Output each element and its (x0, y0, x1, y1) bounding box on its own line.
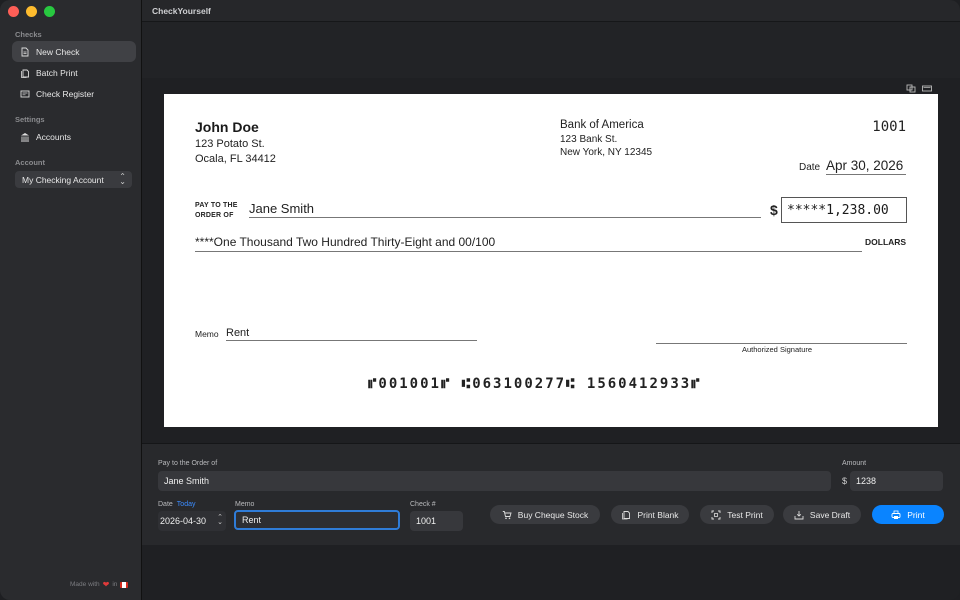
sidebar-item-batch-print[interactable]: Batch Print (12, 62, 136, 83)
amount-prefix: $ (842, 476, 848, 486)
building-columns-icon (20, 132, 30, 142)
sidebar-item-accounts[interactable]: Accounts (12, 126, 136, 147)
date-label-text: Date (158, 501, 173, 508)
check-payee: Jane Smith (249, 201, 761, 218)
print-blank-button[interactable]: Print Blank (611, 505, 689, 524)
sidebar-item-label: Batch Print (36, 67, 78, 78)
sidebar-item-label: New Check (36, 46, 80, 57)
check-amount-box: *****1,238.00 (781, 197, 907, 223)
register-icon (20, 89, 30, 99)
today-link[interactable]: Today (177, 501, 196, 508)
payer-name: John Doe (195, 119, 259, 135)
made-with-footer: Made with ❤ in (70, 580, 129, 589)
minimize-window-button[interactable] (26, 6, 37, 17)
blank-page-icon (622, 510, 631, 519)
print-blank-label: Print Blank (637, 509, 679, 520)
cart-icon (502, 510, 512, 519)
test-print-label: Test Print (727, 509, 763, 520)
section-settings: Settings (15, 115, 45, 124)
micr-line: ⑈001001⑈ ⑆063100277⑆ 1560412933⑈ (368, 376, 702, 392)
check-preview: John Doe 123 Potato St. Ocala, FL 34412 … (164, 94, 938, 427)
date-input-value: 2026-04-30 (160, 516, 207, 526)
in-text: in (112, 581, 118, 588)
documents-stack-icon (20, 68, 30, 78)
bank-address-line1: 123 Bank St. (560, 134, 618, 145)
amount-field-label: Amount (842, 460, 867, 467)
date-input[interactable]: 2026-04-30 ⌃ ⌄ (158, 511, 226, 531)
chevron-up-down-icon: ⌃ ⌄ (119, 172, 126, 186)
made-with-text: Made with (70, 581, 100, 588)
pay-to-label: PAY TO THE ORDER OF (195, 201, 238, 221)
payto-input[interactable]: Jane Smith (158, 471, 831, 491)
section-account: Account (15, 158, 45, 167)
heart-icon: ❤ (102, 580, 110, 589)
account-select-value: My Checking Account (22, 174, 104, 185)
date-stepper-icon[interactable]: ⌃ ⌄ (217, 514, 223, 526)
dollars-label: DOLLARS (865, 237, 907, 247)
buy-cheque-stock-button[interactable]: Buy Cheque Stock (490, 505, 600, 524)
window-controls (8, 6, 55, 17)
dollar-sign: $ (770, 202, 778, 218)
payer-address-line1: 123 Potato St. (195, 138, 265, 150)
date-field-label: Date Today (158, 501, 195, 508)
preview-tools (906, 84, 932, 93)
pay-to-label-line1: PAY TO THE (195, 202, 238, 209)
title-bar (142, 0, 960, 22)
print-button[interactable]: Print (872, 505, 944, 524)
bank-name: Bank of America (560, 119, 644, 131)
check-date-label: Date (799, 162, 821, 173)
signature-line (656, 343, 907, 344)
signature-label: Authorized Signature (742, 345, 813, 354)
check-number-field-label: Check # (410, 501, 436, 508)
check-number-input[interactable]: 1001 (410, 511, 463, 531)
copy-icon[interactable] (906, 84, 916, 93)
amount-input-value: 1238 (856, 476, 877, 486)
check-memo-label: Memo (195, 329, 219, 339)
toolbar-area (142, 22, 960, 78)
zoom-window-button[interactable] (44, 6, 55, 17)
app-title: CheckYourself (152, 6, 211, 16)
printer-icon (891, 510, 901, 519)
check-number: 1001 (872, 119, 906, 135)
sidebar-item-label: Accounts (36, 131, 71, 142)
print-label: Print (907, 509, 925, 520)
section-checks: Checks (15, 30, 42, 39)
check-number-input-value: 1001 (416, 516, 437, 526)
app-window: Checks New Check Batch Print Check Regis… (0, 0, 960, 600)
amount-input[interactable]: 1238 (850, 471, 943, 491)
pay-to-label-line2: ORDER OF (195, 212, 234, 219)
tray-down-icon (794, 510, 804, 519)
memo-input-value: Rent (242, 515, 262, 525)
payto-field-label: Pay to the Order of (158, 460, 218, 467)
sidebar-item-check-register[interactable]: Check Register (12, 83, 136, 104)
bank-address-line2: New York, NY 12345 (560, 147, 653, 158)
sidebar: Checks New Check Batch Print Check Regis… (0, 0, 142, 600)
payto-input-value: Jane Smith (164, 476, 210, 486)
close-window-button[interactable] (8, 6, 19, 17)
canada-flag-icon (120, 581, 129, 588)
save-draft-label: Save Draft (809, 509, 851, 520)
test-print-button[interactable]: Test Print (700, 505, 774, 524)
amount-in-words: ****One Thousand Two Hundred Thirty-Eigh… (195, 235, 862, 252)
sidebar-item-new-check[interactable]: New Check (12, 41, 136, 62)
memo-field-label: Memo (235, 501, 255, 508)
payer-address-line2: Ocala, FL 34412 (195, 153, 276, 165)
account-select[interactable]: My Checking Account ⌃ ⌄ (15, 171, 132, 188)
document-icon (20, 47, 30, 57)
sidebar-item-label: Check Register (36, 88, 95, 99)
check-date: Apr 30, 2026 (826, 158, 906, 175)
save-draft-button[interactable]: Save Draft (783, 505, 861, 524)
check-memo: Rent (226, 327, 477, 341)
memo-input[interactable]: Rent (234, 510, 400, 530)
check-layout-icon[interactable] (922, 84, 932, 93)
viewfinder-icon (711, 510, 721, 519)
buy-cheque-stock-label: Buy Cheque Stock (517, 509, 589, 520)
